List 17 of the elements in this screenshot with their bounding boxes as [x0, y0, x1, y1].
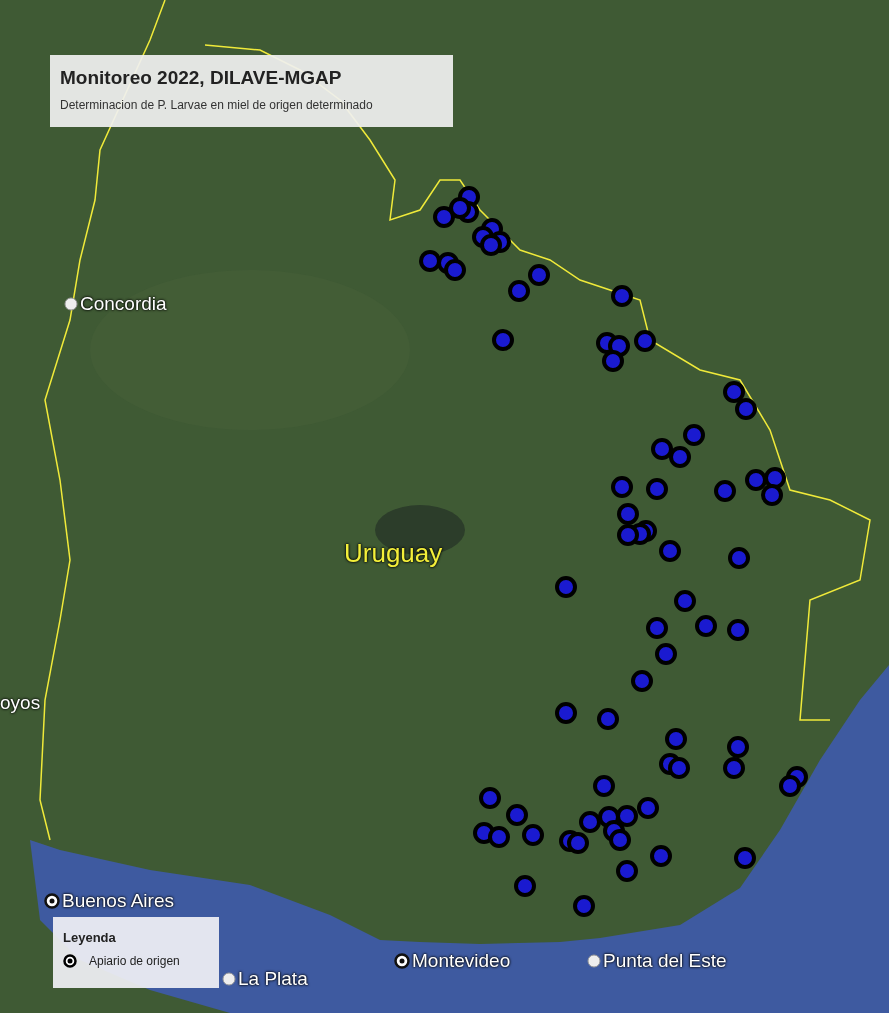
place-label: oyos: [0, 692, 41, 714]
map-title: Monitoreo 2022, DILAVE-MGAP: [60, 67, 343, 89]
town-dot-icon: [64, 297, 78, 311]
place-label: Concordia: [80, 293, 167, 315]
place-label: Buenos Aires: [62, 890, 174, 912]
town-dot-icon: [222, 972, 236, 986]
place-label: Montevideo: [412, 950, 511, 972]
map-subtitle: Determinacion de P. Larvae en miel de origen determinado: [60, 98, 374, 112]
legend-title: Leyenda: [63, 930, 117, 945]
city-dot-icon: [394, 953, 410, 969]
place-label: Punta del Este: [603, 950, 727, 972]
place-label: Uruguay: [344, 538, 443, 569]
city-dot-icon: [44, 893, 60, 909]
legend-label: Apiario de origen: [89, 954, 180, 968]
apiary-symbol-icon: [63, 954, 77, 968]
town-dot-icon: [587, 954, 601, 968]
place-label: La Plata: [238, 968, 308, 990]
